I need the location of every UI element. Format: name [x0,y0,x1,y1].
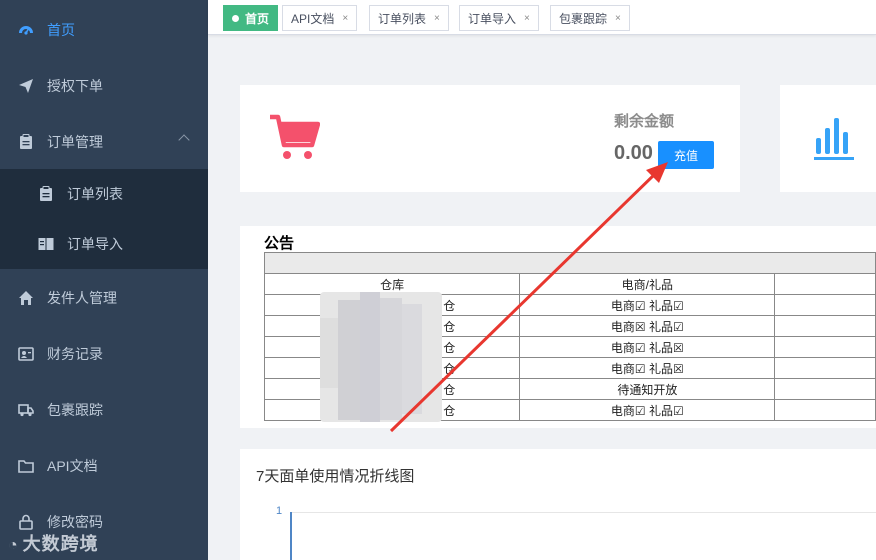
type-cell: 电商☑ 礼品☑ [519,294,776,316]
tab-order-list[interactable]: 订单列表 × [369,5,449,31]
folder-icon [18,458,34,474]
home-icon [18,290,34,306]
balance-label: 剩余金额 [614,113,675,130]
tab-package-tracking[interactable]: 包裹跟踪 × [550,5,630,31]
sidebar-item-label: 订单导入 [67,236,123,252]
close-icon[interactable]: × [342,13,348,24]
sidebar-item-order-list[interactable]: 订单列表 [0,169,208,219]
column-header [774,273,876,295]
sidebar-item-label: 订单管理 [47,134,103,150]
close-icon[interactable]: × [434,13,440,24]
notice-title: 公告 [264,235,295,252]
clipboard-icon [18,134,34,150]
sidebar-item-order-import[interactable]: 订单导入 [0,219,208,269]
send-icon [18,78,34,94]
type-cell: 电商☒ 礼品☑ [519,315,776,337]
redaction-mosaic [320,292,442,422]
import-icon [38,236,54,252]
sidebar-item-label: 首页 [47,22,75,38]
column-header: 电商/礼品 [519,273,776,295]
sidebar-item-label: 包裹跟踪 [47,402,103,418]
sidebar-item-label: 订单列表 [67,186,123,202]
sidebar-item-sender-management[interactable]: 发件人管理 [0,270,208,326]
sidebar-item-package-tracking[interactable]: 包裹跟踪 [0,382,208,438]
tab-label: 首页 [245,11,270,26]
tab-label: 包裹跟踪 [559,11,608,26]
tab-api-docs[interactable]: API文档 × [282,5,358,31]
tab-order-import[interactable]: 订单导入 × [459,5,539,31]
grid-line [290,512,876,513]
sidebar-item-order-management[interactable]: 订单管理 [0,114,208,170]
table-cell [774,336,876,358]
truck-icon [18,402,34,418]
watermark-text: 大数跨境 [22,534,99,554]
line-chart-card: 7天面单使用情况折线图 1 [240,449,876,560]
watermark-logo-icon: ◔ [8,537,19,554]
lock-icon [18,514,34,530]
tab-label: 订单列表 [378,11,427,26]
sidebar-item-label: API文档 [47,458,98,474]
type-cell: 电商☑ 礼品☑ [519,399,776,421]
tab-home[interactable]: 首页 [223,5,279,31]
dashboard-icon [18,22,34,38]
type-cell: 待通知开放 [519,378,776,400]
recharge-button[interactable]: 充值 [658,141,714,169]
table-cell [774,315,876,337]
sidebar-item-finance-records[interactable]: 财务记录 [0,326,208,382]
submenu: 订单列表 订单导入 [0,169,208,269]
id-card-icon [18,346,34,362]
bar-chart-icon [814,118,856,165]
table-cell [774,399,876,421]
watermark: ◔ 大数跨境 [8,530,99,556]
shopping-cart-icon [268,113,321,166]
close-icon[interactable]: × [524,13,530,24]
sidebar-item-authorize-order[interactable]: 授权下单 [0,58,208,114]
sidebar-item-api-docs[interactable]: API文档 [0,438,208,494]
balance-card: 剩余金额 0.00 充值 [240,85,740,192]
balance-value: 0.00 [614,142,653,164]
tab-label: 订单导入 [468,11,517,26]
table-row [264,252,876,274]
y-axis-line [290,512,292,560]
type-cell: 电商☑ 礼品☒ [519,336,776,358]
sidebar-item-label: 授权下单 [47,78,103,94]
sidebar-item-home[interactable]: 首页 [0,2,208,58]
close-icon[interactable]: × [615,13,621,24]
y-tick-label: 1 [276,505,283,517]
chart-title: 7天面单使用情况折线图 [256,468,415,485]
sidebar-item-label: 财务记录 [47,346,103,362]
table-cell [774,357,876,379]
table-cell [774,378,876,400]
sidebar: 首页 授权下单 订单管理 订单列表 订单导入 发件人管理 财务记录 包裹跟踪 A… [0,0,208,560]
active-dot-icon [232,14,239,22]
clipboard-icon [38,186,54,202]
sidebar-item-label: 修改密码 [47,514,103,530]
sidebar-item-label: 发件人管理 [47,290,117,306]
type-cell: 电商☑ 礼品☒ [519,357,776,379]
table-cell [774,294,876,316]
chevron-up-icon [178,134,190,146]
tab-label: API文档 [291,11,335,26]
tags-view: 首页 API文档 × 订单列表 × 订单导入 × 包裹跟踪 × [208,0,876,35]
stats-card [780,85,876,192]
